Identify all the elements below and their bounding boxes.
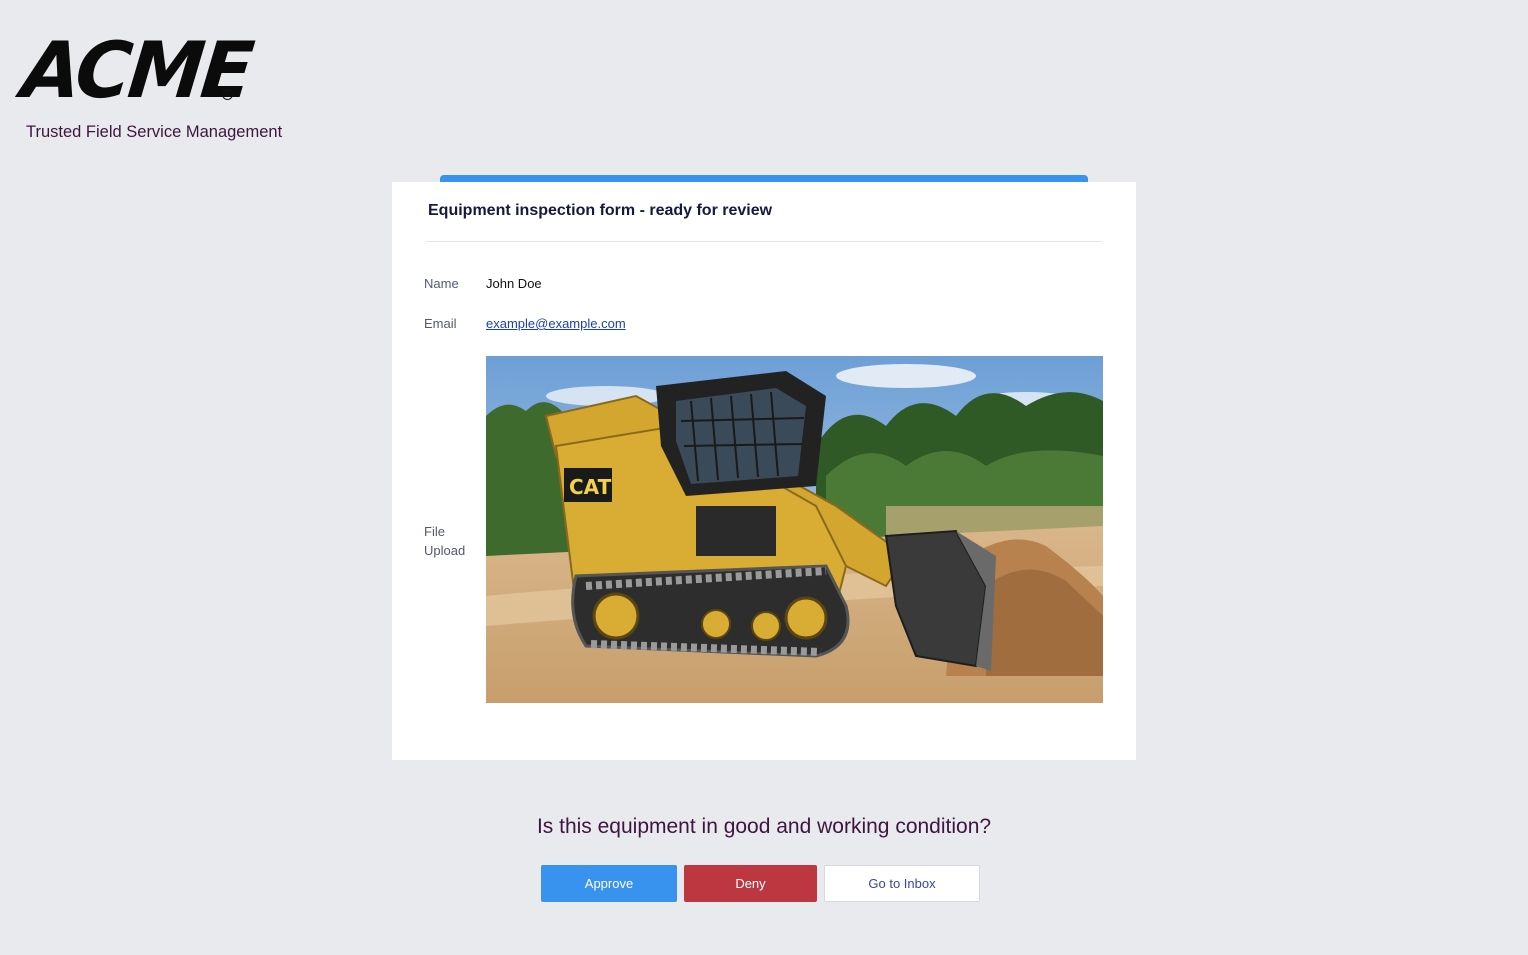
skid-steer-illustration: CAT bbox=[486, 356, 1103, 703]
condition-question: Is this equipment in good and working co… bbox=[536, 815, 992, 838]
file-upload-label: File Upload bbox=[424, 524, 466, 558]
approve-button[interactable]: Approve bbox=[541, 865, 677, 902]
equipment-photo[interactable]: CAT bbox=[486, 356, 1103, 703]
registered-trademark-icon: R bbox=[222, 89, 233, 100]
email-label: Email bbox=[424, 316, 457, 331]
deny-button[interactable]: Deny bbox=[684, 865, 817, 902]
inspection-card: Equipment inspection form - ready for re… bbox=[392, 182, 1136, 760]
acme-logo[interactable]: ACME bbox=[18, 25, 255, 116]
email-link[interactable]: example@example.com bbox=[486, 314, 626, 333]
page: ACME R Trusted Field Service Management … bbox=[0, 0, 1528, 955]
tagline: Trusted Field Service Management bbox=[26, 123, 283, 141]
brand-header: ACME R Trusted Field Service Management bbox=[18, 25, 282, 141]
go-to-inbox-button[interactable]: Go to Inbox bbox=[824, 865, 980, 902]
name-value: John Doe bbox=[486, 276, 542, 291]
svg-text:CAT: CAT bbox=[569, 475, 612, 499]
card-divider bbox=[426, 241, 1102, 242]
name-label: Name bbox=[424, 276, 459, 291]
card-title: Equipment inspection form - ready for re… bbox=[428, 202, 773, 219]
